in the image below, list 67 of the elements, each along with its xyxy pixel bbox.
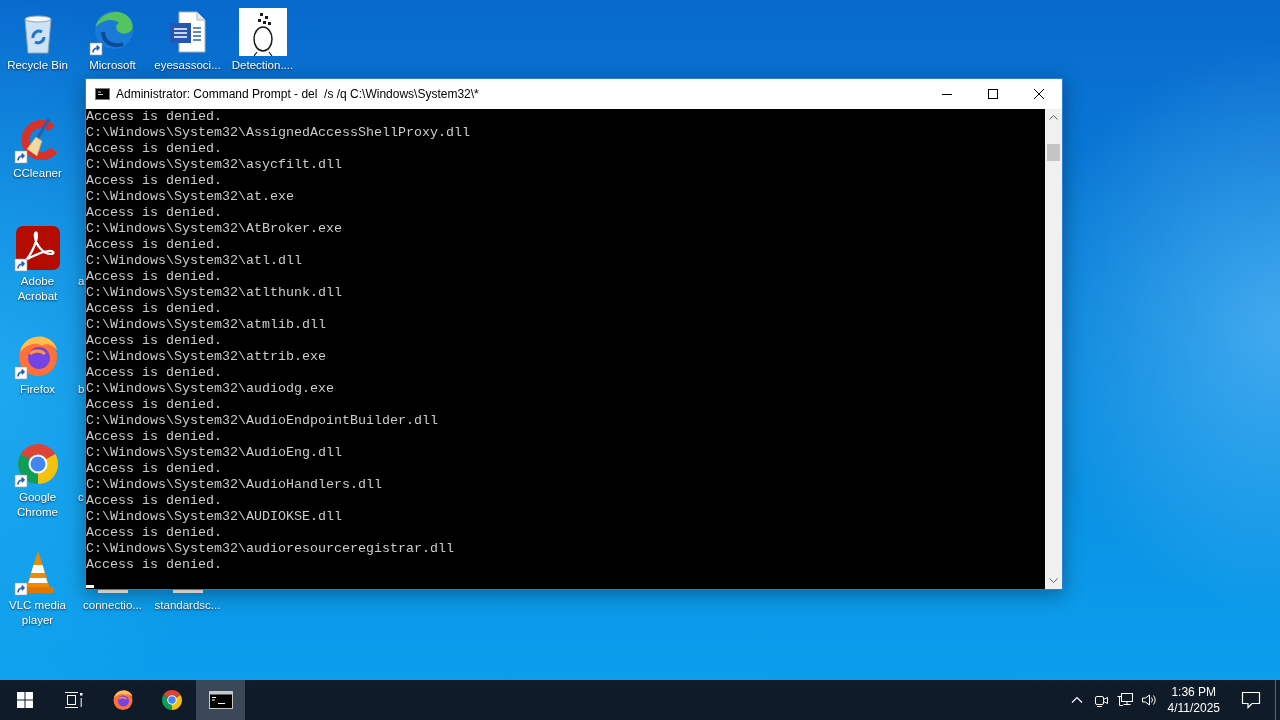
console-icon: [95, 88, 110, 100]
desktop-icon-label[interactable]: Microsoft: [89, 58, 136, 73]
desktop-icon-label[interactable]: Recycle Bin: [7, 58, 68, 73]
clock[interactable]: 1:36 PM 4/11/2025: [1160, 680, 1227, 720]
command-prompt-button[interactable]: [196, 680, 245, 720]
console-line: Access is denied.: [86, 173, 222, 189]
caret-down-icon: [1049, 578, 1058, 583]
console-line: Access is denied.: [86, 205, 222, 221]
window-title: Administrator: Command Prompt - del /s /q C:\Windows\System32\*: [116, 87, 480, 101]
notification-icon[interactable]: [1241, 691, 1261, 709]
desktop-icon-label[interactable]: Firefox: [19, 382, 56, 397]
console-line: Access is denied.: [86, 461, 222, 477]
console-line: C:\Windows\System32\atl.dll: [86, 253, 302, 269]
caret-up-icon: [1049, 115, 1058, 120]
pdf-icon[interactable]: [13, 224, 62, 272]
file-icon[interactable]: [172, 590, 203, 593]
desktop-icon-label[interactable]: Detection....: [231, 58, 294, 73]
console-line: C:\Windows\System32\at.exe: [86, 189, 294, 205]
console-line: Access is denied.: [86, 365, 222, 381]
console-line: Access is denied.: [86, 397, 222, 413]
console-line: C:\Windows\System32\AUDIOKSE.dll: [86, 509, 342, 525]
desktop-icon-label[interactable]: standardsc...: [154, 598, 221, 613]
sketch-tile-icon[interactable]: [238, 8, 287, 56]
desktop-icon-label[interactable]: b: [75, 382, 85, 397]
scroll-thumb[interactable]: [1047, 144, 1060, 161]
console-line: C:\Windows\System32\asycfilt.dll: [86, 157, 342, 173]
desktop-icon-label[interactable]: a: [75, 274, 85, 289]
console-line: C:\Windows\System32\AtBroker.exe: [86, 221, 342, 237]
text-cursor: [86, 585, 94, 588]
chrome-icon: [159, 688, 184, 712]
file-icon[interactable]: [97, 590, 128, 593]
console-line: Access is denied.: [86, 237, 222, 253]
console-line: C:\Windows\System32\audiodg.exe: [86, 381, 334, 397]
console-line: C:\Windows\System32\audioresourceregistrar.dll: [86, 541, 454, 557]
scrollbar[interactable]: [1045, 109, 1062, 589]
desktop-icon-label[interactable]: Adobe Acrobat: [1, 274, 74, 304]
console-line: Access is denied.: [86, 525, 222, 541]
console-line: Access is denied.: [86, 429, 222, 445]
console-icon: [208, 691, 233, 709]
network-icon[interactable]: [1116, 692, 1133, 708]
desktop-icon-label[interactable]: Google Chrome: [1, 490, 74, 520]
console-line: C:\Windows\System32\AudioHandlers.dll: [86, 477, 382, 493]
console-line: Access is denied.: [86, 269, 222, 285]
speaker-icon[interactable]: [1140, 692, 1157, 708]
desktop-icon-label[interactable]: VLC media player: [1, 598, 74, 628]
close-icon: [1034, 89, 1044, 99]
console-line: Access is denied.: [86, 557, 222, 573]
console-line: C:\Windows\System32\AudioEndpointBuilder.dll: [86, 413, 438, 429]
console-line: C:\Windows\System32\AssignedAccessShellProxy.dll: [86, 125, 470, 141]
console-line: Access is denied.: [86, 141, 222, 157]
desktop-icon-label[interactable]: eyesassoci...: [154, 58, 221, 73]
console-line: C:\Windows\System32\AudioEng.dll: [86, 445, 342, 461]
maximize-icon: [988, 89, 998, 99]
task-view-icon: [64, 692, 83, 708]
console-line: Access is denied.: [86, 301, 222, 317]
desktop-icon-label[interactable]: CCleaner: [13, 166, 62, 181]
console-line: Access is denied.: [86, 493, 222, 509]
console-line: Access is denied.: [86, 109, 222, 125]
desktop-icon-label[interactable]: connectio...: [83, 598, 142, 613]
firefox-icon: [110, 688, 135, 712]
minimize-icon: [942, 93, 952, 95]
desktop-icon-label[interactable]: c: [75, 490, 84, 505]
console-line: C:\Windows\System32\atmlib.dll: [86, 317, 326, 333]
console-line: C:\Windows\System32\attrib.exe: [86, 349, 326, 365]
console-line: C:\Windows\System32\atlthunk.dll: [86, 285, 342, 301]
windows-logo-icon: [16, 692, 33, 708]
console-line: Access is denied.: [86, 333, 222, 349]
